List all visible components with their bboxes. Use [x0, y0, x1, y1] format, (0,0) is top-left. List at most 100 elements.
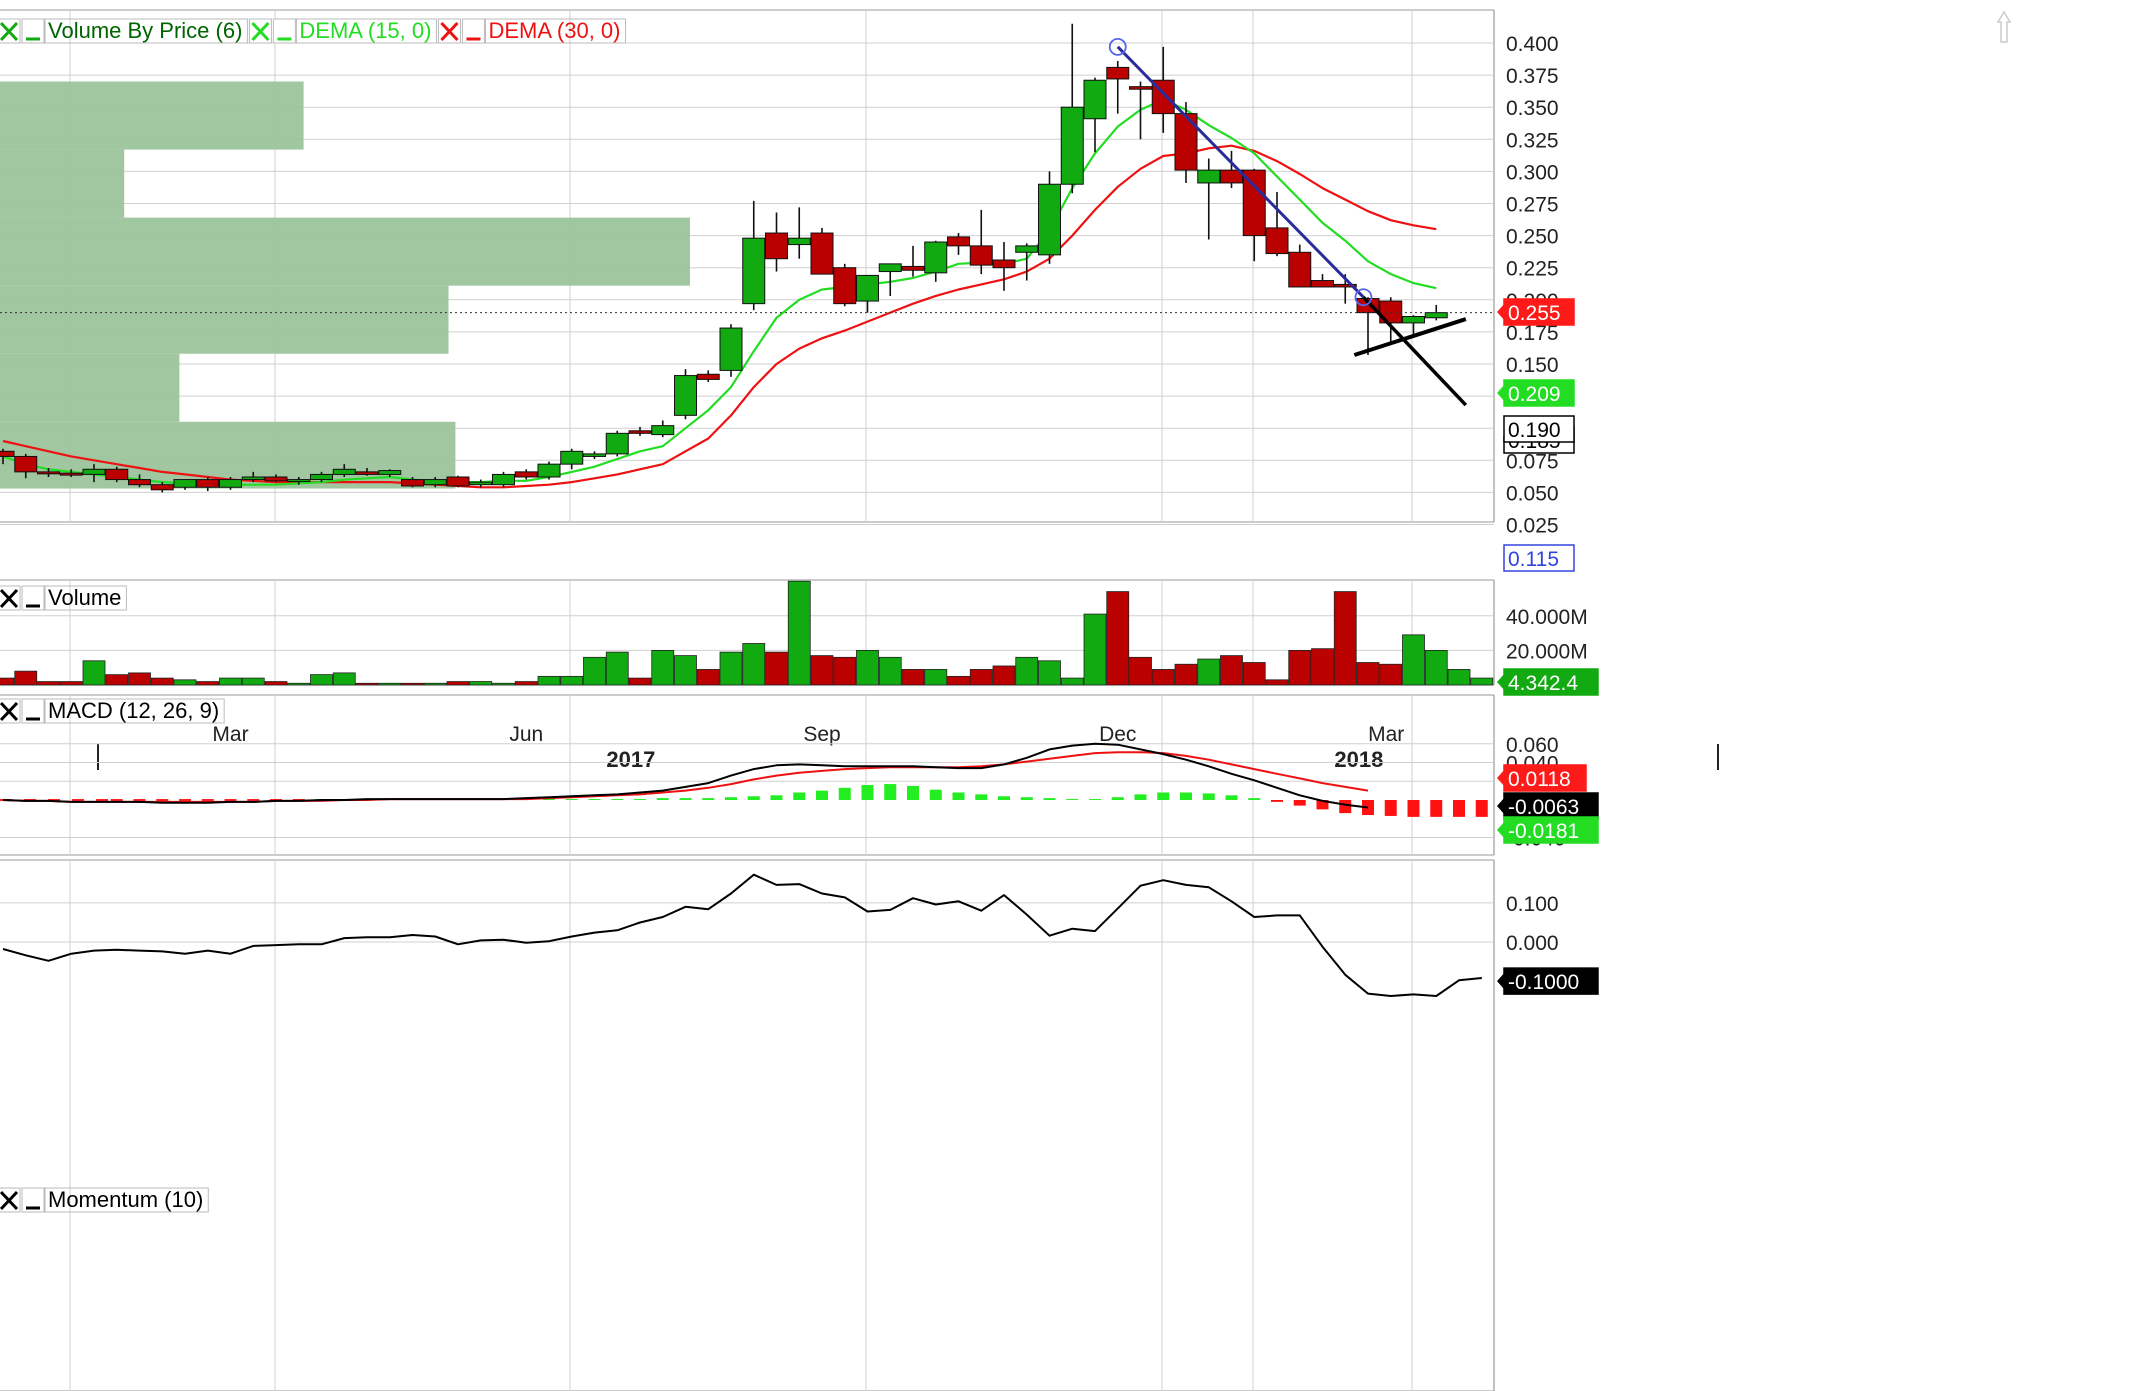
volume-bar [59, 681, 83, 686]
candle-body [332, 468, 356, 475]
candle-body [1106, 66, 1130, 80]
macd-histogram-bar [884, 784, 897, 800]
volume-bar [1288, 650, 1312, 686]
volume-bar [1242, 662, 1266, 686]
macd-histogram-bar [1020, 797, 1033, 800]
candle-body [355, 471, 379, 475]
volume-bar [128, 672, 151, 686]
candle-body [674, 375, 697, 416]
macd-histogram-bar [975, 794, 988, 800]
volume-bar [878, 656, 902, 686]
candle-body [173, 479, 197, 488]
volume-by-price-bar [0, 81, 304, 150]
volume-bar [833, 656, 857, 686]
volume-bar [1470, 677, 1494, 686]
candle-body [537, 463, 561, 478]
volume-bar [287, 682, 311, 686]
candle-body [82, 468, 106, 475]
volume-bar [378, 682, 402, 686]
volume-bar [37, 681, 60, 686]
momentum-legend-label: Momentum (10) [48, 1187, 203, 1212]
macd-value-tag: -0.0063 [1508, 796, 1579, 819]
volume-bar [1424, 650, 1448, 686]
macd-histogram-bar [929, 789, 942, 800]
candle-body [1197, 169, 1221, 184]
macd-histogram-bar [1134, 794, 1147, 800]
macd-histogram-bar [770, 795, 783, 800]
candle-body [287, 479, 311, 483]
volume-bar [947, 675, 970, 686]
macd-histogram-bar [1157, 792, 1170, 800]
volume-bar [219, 677, 242, 686]
volume-bar [1083, 613, 1107, 686]
candle-body [719, 327, 743, 371]
volume-bar [1015, 656, 1039, 686]
volume-bar [651, 650, 675, 686]
macd-histogram-bar [1271, 800, 1283, 802]
volume-bar [1356, 662, 1380, 686]
volume-bar [537, 675, 561, 686]
price-tick-label: 0.150 [1506, 354, 1559, 377]
macd-histogram-bar [1180, 792, 1192, 800]
candle-body [310, 473, 333, 481]
year-label: 2018 [1334, 747, 1383, 772]
candle-body [241, 476, 265, 481]
macd-histogram-bar [1475, 800, 1488, 817]
volume-bar [924, 669, 948, 686]
volume-bar [1220, 655, 1243, 686]
candle-body [742, 237, 766, 305]
candle-body [901, 265, 925, 271]
macd-histogram-bar [1066, 799, 1079, 800]
candle-body [696, 373, 720, 380]
candle-body [765, 232, 788, 260]
price-tick-label: 0.400 [1506, 33, 1559, 56]
volume-bar [1038, 660, 1061, 686]
volume-bar [1174, 663, 1198, 686]
candle-body [878, 263, 902, 273]
price-tick-label: 0.225 [1506, 258, 1559, 281]
volume-bar [401, 682, 424, 686]
macd-histogram-bar [725, 797, 737, 800]
volume-bar [196, 681, 220, 686]
volume-bar [423, 682, 447, 686]
stock-chart: 0.0250.0500.0750.1000.1250.1500.1750.200… [0, 0, 2150, 1391]
volume-bar [992, 665, 1016, 686]
price-tick-label: 0.350 [1506, 97, 1559, 120]
candle-body [14, 455, 38, 473]
volume-bar [1060, 677, 1084, 686]
volume-bar [605, 651, 629, 686]
price-tick-label: 0.250 [1506, 226, 1559, 249]
volume-bar [1402, 634, 1425, 686]
volume-bar [765, 651, 788, 686]
macd-signal-tag: 0.0118 [1508, 768, 1571, 791]
candle-body [947, 236, 970, 247]
volume-bar [82, 660, 106, 686]
price-legend-item-label: DEMA (15, 0) [299, 18, 431, 43]
candle-body [37, 471, 60, 475]
candle-body [196, 479, 220, 488]
volume-bar [0, 677, 15, 686]
macd-histogram-bar [998, 796, 1010, 800]
dema15-value-tag: 0.209 [1508, 383, 1561, 406]
volume-bar [469, 681, 493, 686]
macd-histogram-bar [1293, 800, 1306, 806]
candle-body [1265, 227, 1289, 255]
candle-body [1083, 79, 1107, 120]
macd-histogram-bar [1202, 793, 1215, 800]
macd-histogram-bar [1248, 798, 1261, 800]
volume-bar [1151, 669, 1175, 686]
candle-body [492, 473, 515, 486]
month-label: Sep [803, 723, 840, 746]
candle-body [969, 245, 993, 266]
volume-bar [1447, 669, 1471, 686]
volume-legend-label: Volume [48, 585, 121, 610]
price-tick-label: 0.025 [1506, 515, 1559, 538]
candle-body [856, 274, 879, 302]
volume-bar [173, 679, 197, 686]
volume-bar [719, 651, 743, 686]
candle-body [1402, 315, 1425, 324]
month-label: Dec [1099, 723, 1136, 746]
candle-body [924, 241, 948, 274]
price-legend[interactable]: Volume By Price (6) DEMA (15, 0) DEMA (30,… [0, 18, 626, 44]
volume-bar [856, 650, 879, 686]
